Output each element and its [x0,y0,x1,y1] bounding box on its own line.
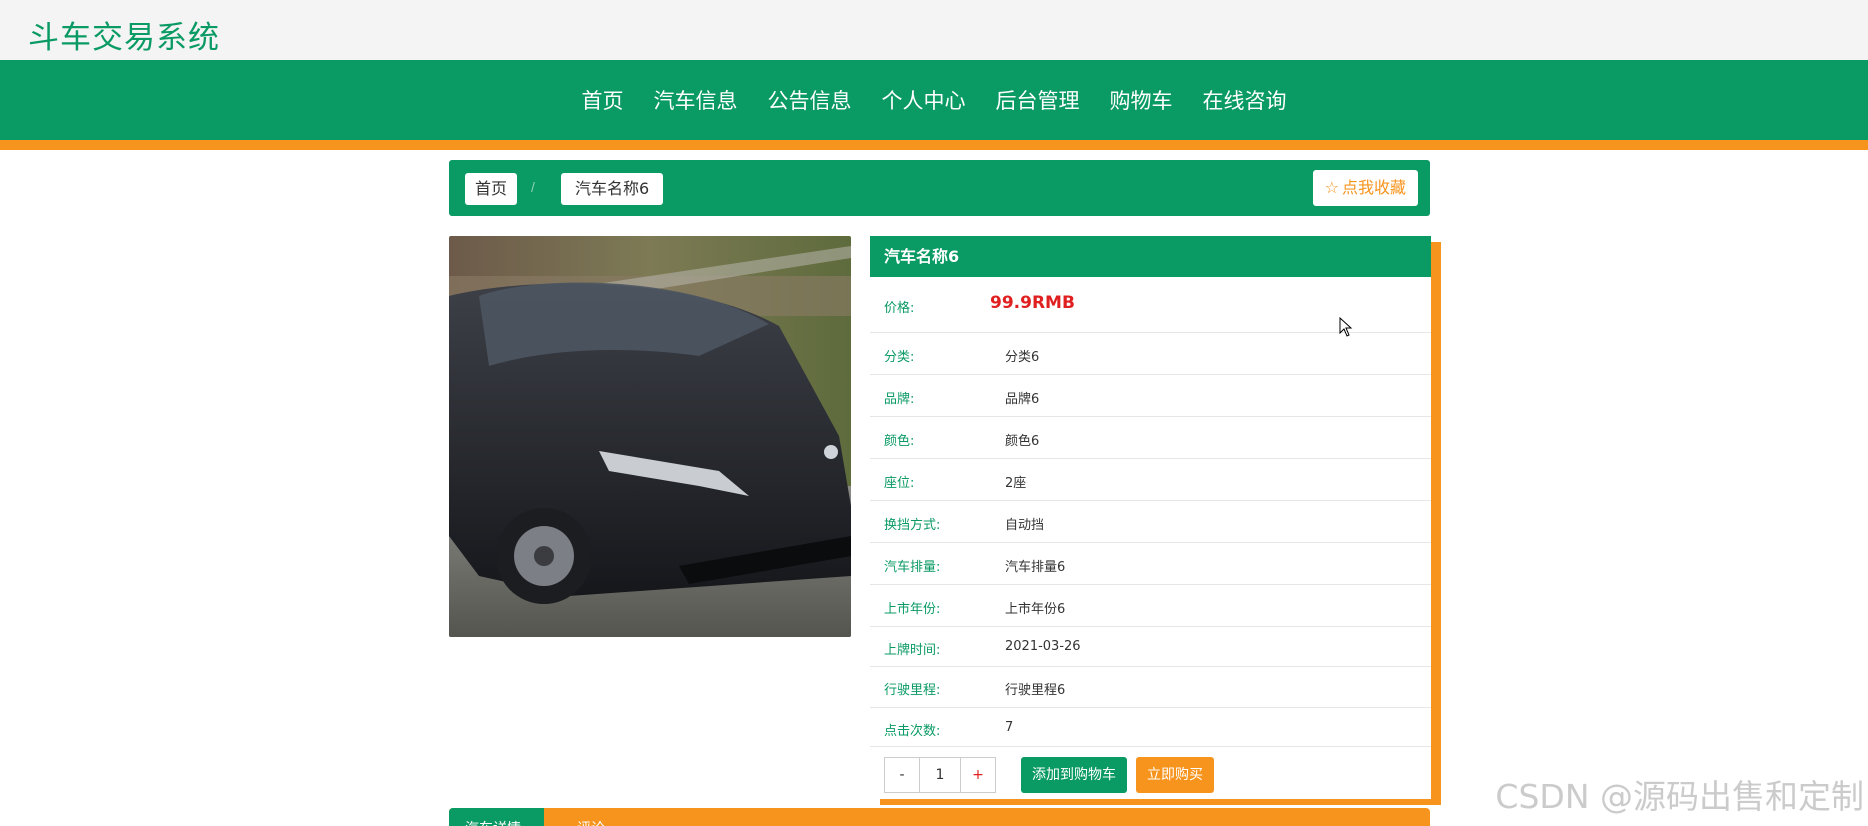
breadcrumb-current: 汽车名称6 [561,173,664,205]
detail-row-release-year: 上市年份: 上市年份6 [870,585,1431,627]
detail-value: 分类6 [1005,350,1040,365]
detail-row-seats: 座位: 2座 [870,459,1431,501]
detail-row-clicks: 点击次数: 7 [870,708,1431,747]
detail-row-mileage: 行驶里程: 行驶里程6 [870,667,1431,708]
star-outline-icon: ☆ [1324,178,1339,197]
detail-value: 汽车排量6 [1005,560,1066,575]
buy-now-button[interactable]: 立即购买 [1136,757,1214,793]
detail-row-displacement: 汽车排量: 汽车排量6 [870,543,1431,585]
detail-label: 行驶里程: [884,683,941,698]
detail-value: 品牌6 [1005,392,1040,407]
detail-label: 上牌时间: [884,643,941,658]
purchase-actions: - 1 + 添加到购物车 立即购买 [870,747,1431,803]
price-value: 99.9RMB [990,293,1075,313]
detail-label: 品牌: [884,392,915,407]
detail-value: 2021-03-26 [1005,639,1081,654]
detail-tabs: 汽车详情 评论 [449,808,1430,826]
quantity-decrease-button[interactable]: - [885,758,919,792]
quantity-stepper: - 1 + [884,757,996,793]
mouse-cursor-icon [1339,316,1353,342]
favorite-button[interactable]: ☆ 点我收藏 [1312,170,1418,206]
nav-item-cart[interactable]: 购物车 [1095,85,1188,115]
site-title: 斗车交易系统 [28,20,220,56]
detail-label: 座位: [884,476,915,491]
tab-car-details[interactable]: 汽车详情 [449,808,544,826]
breadcrumb: 首页 / 汽车名称6 ☆ 点我收藏 [449,160,1430,216]
detail-label: 点击次数: [884,724,941,739]
detail-row-brand: 品牌: 品牌6 [870,375,1431,417]
main-navbar: 首页 汽车信息 公告信息 个人中心 后台管理 购物车 在线咨询 [0,60,1868,140]
detail-row-transmission: 换挡方式: 自动挡 [870,501,1431,543]
detail-value: 上市年份6 [1005,602,1066,617]
detail-label: 汽车排量: [884,560,941,575]
add-to-cart-button[interactable]: 添加到购物车 [1021,757,1127,793]
nav-item-consult[interactable]: 在线咨询 [1188,85,1302,115]
price-label: 价格: [884,301,915,316]
detail-row-color: 颜色: 颜色6 [870,417,1431,459]
breadcrumb-home-link[interactable]: 首页 [465,173,518,205]
top-header: 斗车交易系统 [0,0,1868,60]
car-name-heading: 汽车名称6 [870,236,1431,277]
favorite-label: 点我收藏 [1341,178,1406,197]
detail-label: 换挡方式: [884,518,941,533]
watermark-text: CSDN @源码出售和定制 [1495,777,1864,816]
detail-value: 自动挡 [1005,518,1045,533]
detail-value: 2座 [1005,476,1027,491]
car-photo [449,236,851,637]
detail-value: 7 [1005,720,1014,735]
nav-item-admin[interactable]: 后台管理 [981,85,1095,115]
nav-item-profile[interactable]: 个人中心 [867,85,981,115]
quantity-increase-button[interactable]: + [961,758,995,792]
nav-item-announcements[interactable]: 公告信息 [753,85,867,115]
detail-value: 颜色6 [1005,434,1040,449]
detail-row-plate-date: 上牌时间: 2021-03-26 [870,627,1431,667]
detail-value: 行驶里程6 [1005,683,1066,698]
nav-item-home[interactable]: 首页 [567,85,639,115]
quantity-input[interactable]: 1 [919,758,961,792]
nav-item-car-info[interactable]: 汽车信息 [639,85,753,115]
breadcrumb-separator: / [531,179,535,195]
nav-accent-strip [0,140,1868,150]
tab-reviews[interactable]: 评论 [577,818,605,826]
detail-label: 分类: [884,350,915,365]
nav-menu: 首页 汽车信息 公告信息 个人中心 后台管理 购物车 在线咨询 [0,60,1868,140]
detail-label: 上市年份: [884,602,941,617]
detail-label: 颜色: [884,434,915,449]
